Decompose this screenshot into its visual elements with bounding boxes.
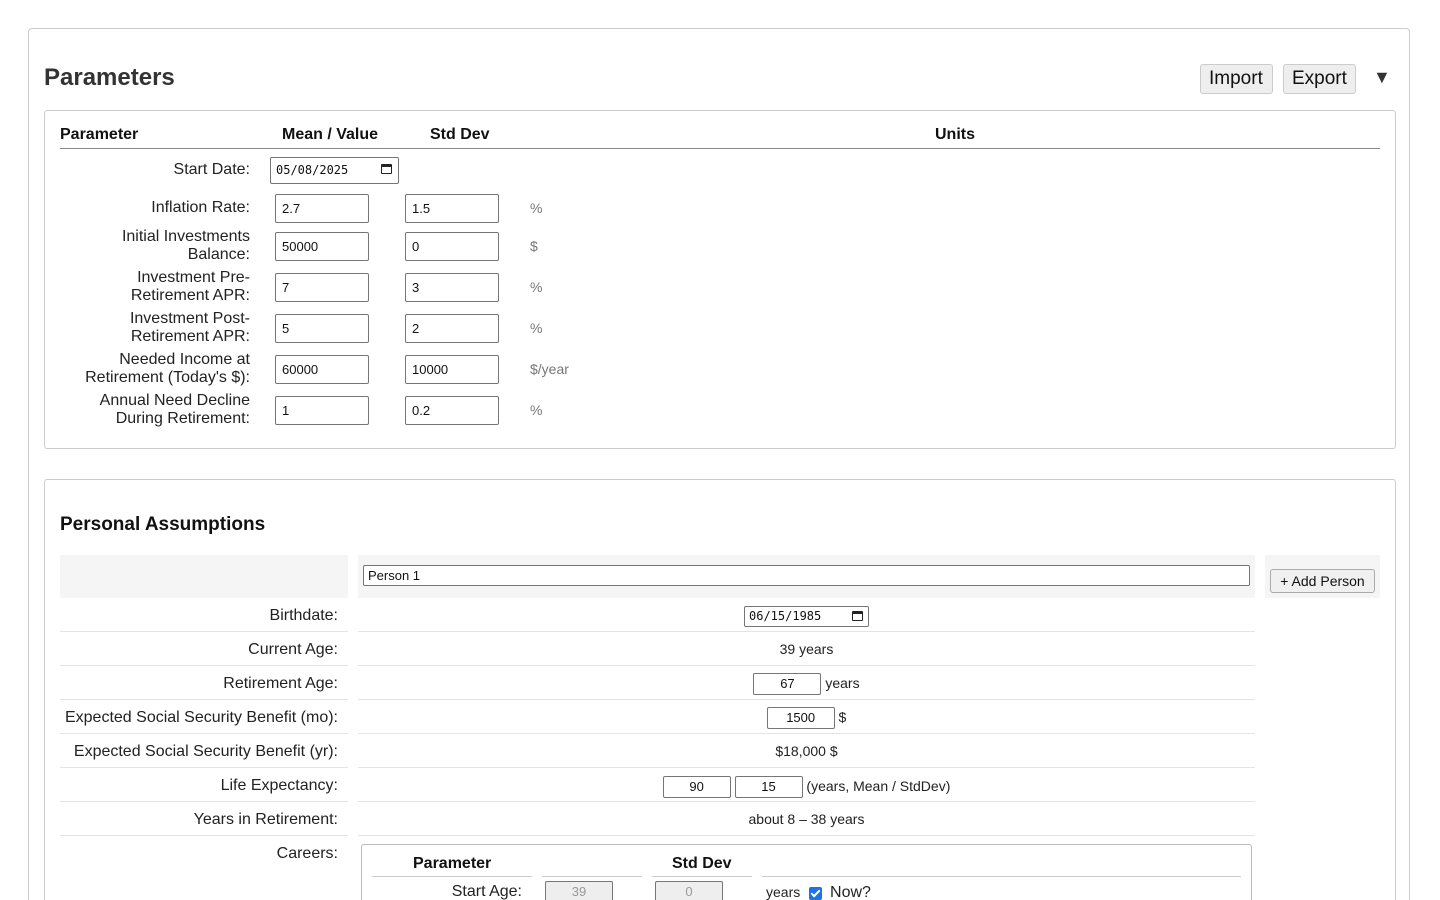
ss-benefit-yearly-value: $18,000 $ (358, 734, 1255, 768)
inflation-mean-input[interactable]: 2.7 (275, 194, 369, 223)
pre-retirement-apr-unit: % (530, 279, 543, 295)
col-header-std: Std Dev (430, 126, 490, 143)
careers-start-age-std-input[interactable]: 0 (655, 881, 723, 900)
param-label-post-retirement-apr: Investment Post- Retirement APR: (129, 310, 250, 345)
careers-start-age-label: Start Age: (451, 883, 522, 900)
life-expectancy-cell: 90 15 (years, Mean / StdDev) (358, 768, 1255, 802)
now-checkbox[interactable] (809, 886, 823, 900)
years-in-retirement-value: about 8 – 38 years (358, 802, 1255, 836)
ss-benefit-monthly-unit: $ (838, 709, 847, 725)
collapse-toggle-icon[interactable]: ▼ (1373, 67, 1391, 88)
col-header-units: Units (935, 126, 975, 143)
careers-start-age-unit: years Now? (766, 884, 871, 900)
current-age-value: 39 years (358, 632, 1255, 666)
col-header-parameter: Parameter (60, 126, 139, 143)
life-expectancy-unit: (years, Mean / StdDev) (806, 778, 951, 794)
person-header-blank (60, 555, 348, 598)
start-date-value: 05/08/2025 (276, 163, 349, 177)
careers-col-std: Std Dev (672, 855, 732, 872)
need-decline-mean-input[interactable]: 1 (275, 396, 369, 425)
ss-benefit-monthly-input[interactable]: 1500 (766, 707, 835, 730)
careers-header-rule (372, 876, 532, 877)
import-button[interactable]: Import (1200, 64, 1273, 94)
add-person-button[interactable]: + Add Person (1270, 569, 1375, 593)
retirement-age-label: Retirement Age: (60, 666, 348, 700)
careers-start-age-input[interactable]: 39 (545, 881, 613, 900)
careers-header-rule (652, 876, 752, 877)
birthdate-input[interactable]: 06/15/1985 (744, 606, 869, 627)
birthdate-value: 06/15/1985 (749, 609, 822, 623)
initial-balance-std-input[interactable]: 0 (405, 232, 499, 261)
post-retirement-apr-mean-input[interactable]: 5 (275, 314, 369, 343)
ss-benefit-yearly-label: Expected Social Security Benefit (yr): (60, 734, 348, 768)
initial-balance-unit: $ (530, 238, 538, 254)
retirement-age-cell: 67 years (358, 666, 1255, 700)
careers-label: Careers: (276, 845, 338, 862)
need-decline-unit: % (530, 402, 543, 418)
life-expectancy-std-input[interactable]: 15 (734, 776, 803, 799)
current-age-label: Current Age: (60, 632, 348, 666)
birthdate-label: Birthdate: (60, 598, 348, 632)
life-expectancy-mean-input[interactable]: 90 (662, 776, 731, 799)
col-header-mean: Mean / Value (282, 126, 379, 143)
param-label-inflation: Inflation Rate: (151, 199, 250, 216)
pre-retirement-apr-std-input[interactable]: 3 (405, 273, 499, 302)
calendar-icon[interactable] (852, 611, 863, 621)
careers-col-parameter: Parameter (413, 855, 492, 872)
careers-header-rule (542, 876, 642, 877)
export-button[interactable]: Export (1283, 64, 1356, 94)
page-title: Parameters (44, 64, 175, 91)
param-label-initial-balance: Initial Investments Balance: (121, 228, 250, 263)
person-name-input[interactable]: Person 1 (363, 565, 1250, 586)
param-label-need-decline: Annual Need Decline During Retirement: (99, 392, 250, 427)
life-expectancy-label: Life Expectancy: (60, 768, 348, 802)
param-label-pre-retirement-apr: Investment Pre- Retirement APR: (130, 269, 250, 304)
ss-benefit-monthly-label: Expected Social Security Benefit (mo): (60, 700, 348, 734)
careers-header-rule (762, 876, 1241, 877)
needed-income-mean-input[interactable]: 60000 (275, 355, 369, 384)
retirement-age-unit: years (825, 675, 860, 691)
needed-income-std-input[interactable]: 10000 (405, 355, 499, 384)
start-date-label: Start Date: (173, 161, 250, 178)
inflation-std-input[interactable]: 1.5 (405, 194, 499, 223)
retirement-age-input[interactable]: 67 (753, 673, 822, 696)
years-in-retirement-label: Years in Retirement: (60, 802, 348, 836)
header-divider (60, 148, 1380, 149)
start-date-input[interactable]: 05/08/2025 (270, 157, 399, 184)
needed-income-unit: $/year (530, 361, 569, 377)
pre-retirement-apr-mean-input[interactable]: 7 (275, 273, 369, 302)
post-retirement-apr-unit: % (530, 320, 543, 336)
param-label-needed-income: Needed Income at Retirement (Today's $): (85, 351, 250, 386)
ss-benefit-monthly-cell: 1500 $ (358, 700, 1255, 734)
person-header-cell: Person 1 (358, 555, 1255, 598)
now-checkbox-label: Now? (830, 884, 871, 900)
birthdate-cell: 06/15/1985 (358, 598, 1255, 632)
post-retirement-apr-std-input[interactable]: 2 (405, 314, 499, 343)
calendar-icon[interactable] (381, 164, 392, 174)
careers-table: Parameter Std Dev Start Age: 39 0 years … (361, 844, 1252, 900)
inflation-unit: % (530, 200, 543, 216)
need-decline-std-input[interactable]: 0.2 (405, 396, 499, 425)
personal-assumptions-title: Personal Assumptions (60, 514, 266, 535)
initial-balance-mean-input[interactable]: 50000 (275, 232, 369, 261)
